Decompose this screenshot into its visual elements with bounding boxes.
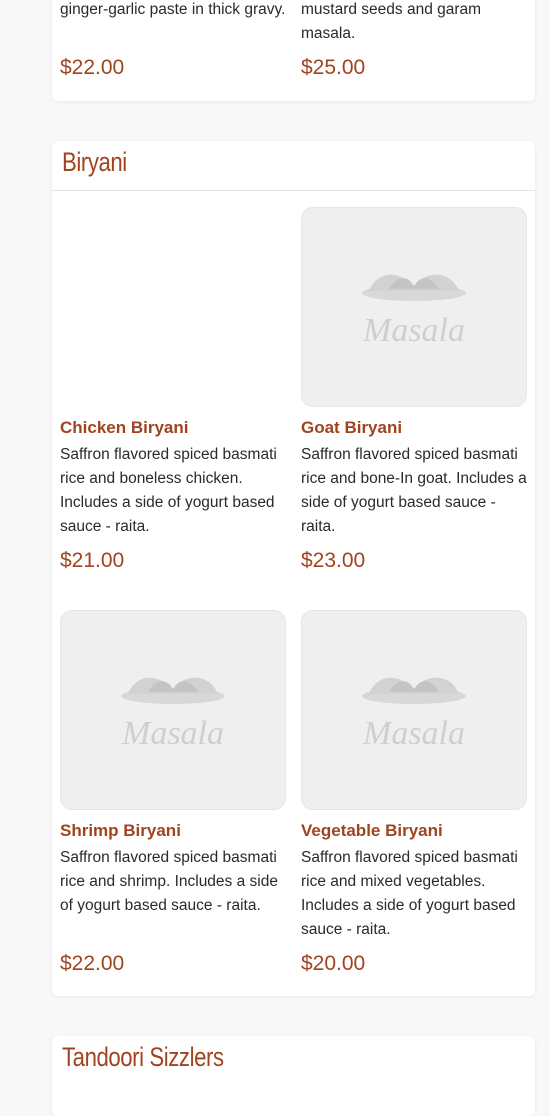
svg-text:Masala: Masala	[362, 312, 465, 349]
menu-section-card-previous: ginger-garlic paste in thick gravy. $22.…	[52, 0, 535, 101]
item-price: $22.00	[60, 56, 125, 79]
item-price: $21.00	[60, 549, 125, 572]
item-price: $22.00	[60, 952, 125, 975]
item-description: Saffron flavored spiced basmati rice and…	[60, 446, 277, 535]
menu-item-partial-left[interactable]: ginger-garlic paste in thick gravy.	[60, 0, 286, 22]
menu-item-goat-biryani[interactable]: Goat Biryani Saffron flavored spiced bas…	[301, 417, 527, 539]
svg-text:Masala: Masala	[362, 715, 465, 752]
menu-item-chicken-biryani[interactable]: Chicken Biryani Saffron flavored spiced …	[60, 417, 286, 539]
item-name[interactable]: Vegetable Biryani	[301, 820, 527, 842]
item-name[interactable]: Goat Biryani	[301, 417, 527, 439]
masala-logo-icon: Masala	[121, 677, 225, 752]
section-header: Biryani	[52, 141, 535, 191]
item-price: $23.00	[301, 549, 366, 572]
item-image-placeholder[interactable]: Masala	[60, 610, 286, 810]
section-header: Tandoori Sizzlers	[52, 1036, 535, 1085]
menu-item-partial-right[interactable]: mustard seeds and garam masala.	[301, 0, 527, 46]
masala-logo-icon: Masala	[362, 677, 466, 752]
section-title: Biryani	[62, 147, 127, 177]
menu-item-vegetable-biryani[interactable]: Vegetable Biryani Saffron flavored spice…	[301, 820, 527, 942]
menu-section-biryani: Biryani Chicken Biryani Saffron flavored…	[52, 141, 535, 996]
menu-item-shrimp-biryani[interactable]: Shrimp Biryani Saffron flavored spiced b…	[60, 820, 286, 918]
item-name[interactable]: Shrimp Biryani	[60, 820, 286, 842]
item-description: Saffron flavored spiced basmati rice and…	[301, 446, 527, 535]
item-name[interactable]: Chicken Biryani	[60, 417, 286, 439]
item-price: $25.00	[301, 56, 366, 79]
item-description: Saffron flavored spiced basmati rice and…	[60, 849, 278, 914]
item-image-placeholder[interactable]: Masala	[301, 610, 527, 810]
section-title: Tandoori Sizzlers	[62, 1042, 224, 1072]
item-description: ginger-garlic paste in thick gravy.	[60, 1, 286, 18]
menu-section-tandoori-sizzlers: Tandoori Sizzlers	[52, 1036, 535, 1116]
svg-text:Masala: Masala	[121, 715, 224, 752]
item-image-placeholder[interactable]: Masala	[301, 207, 527, 407]
item-image-empty	[60, 207, 286, 407]
item-price: $20.00	[301, 952, 366, 975]
item-description: mustard seeds and garam masala.	[301, 1, 482, 42]
masala-logo-icon: Masala	[362, 274, 466, 349]
item-description: Saffron flavored spiced basmati rice and…	[301, 849, 518, 938]
